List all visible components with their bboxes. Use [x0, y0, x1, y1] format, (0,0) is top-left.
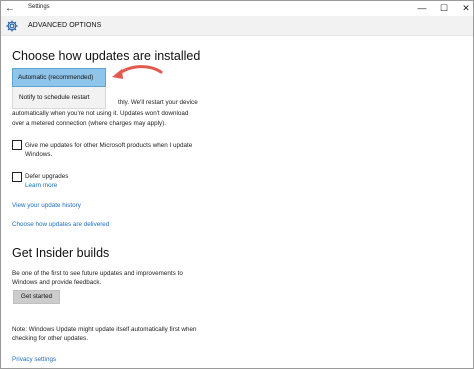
- page-header: ADVANCED OPTIONS: [1, 16, 473, 36]
- app-title: Settings: [28, 4, 50, 10]
- minimize-icon[interactable]: —: [415, 2, 429, 15]
- settings-window: ← Settings — ☐ ✕ ADVANCED OPTIONS Choose…: [0, 0, 474, 369]
- ms-products-label: Windows.: [25, 151, 53, 158]
- page-title: ADVANCED OPTIONS: [28, 22, 102, 29]
- defer-upgrades-checkbox[interactable]: [12, 172, 22, 182]
- privacy-settings-link[interactable]: Privacy settings: [12, 356, 56, 363]
- back-arrow-icon[interactable]: ←: [3, 2, 17, 15]
- annotation-arrow-icon: [112, 65, 163, 79]
- install-description-line: thly. We'll restart your device: [118, 99, 198, 106]
- section-heading-install: Choose how updates are installed: [12, 49, 201, 63]
- maximize-icon[interactable]: ☐: [437, 2, 451, 15]
- install-description-line: automatically when you're not using it. …: [12, 110, 189, 117]
- install-dropdown-selected-option[interactable]: Automatic (recommended): [12, 68, 106, 87]
- get-started-button[interactable]: Get started: [13, 290, 60, 304]
- close-icon[interactable]: ✕: [459, 2, 473, 15]
- install-dropdown-option[interactable]: Notify to schedule restart: [12, 87, 106, 109]
- install-description-line: over a metered connection (where charges…: [12, 120, 167, 127]
- insider-description-line: Windows and provide feedback.: [12, 279, 102, 286]
- note-line: Note: Windows Update might update itself…: [12, 326, 197, 333]
- defer-upgrades-label: Defer upgrades: [25, 173, 69, 180]
- insider-description-line: Be one of the first to see future update…: [12, 270, 183, 277]
- delivery-options-link[interactable]: Choose how updates are delivered: [12, 221, 109, 228]
- ms-products-checkbox[interactable]: [12, 140, 22, 150]
- note-line: checking for other updates.: [12, 335, 88, 342]
- title-bar: ← Settings — ☐ ✕: [1, 1, 473, 16]
- learn-more-link[interactable]: Learn more: [25, 182, 57, 189]
- update-history-link[interactable]: View your update history: [12, 202, 81, 209]
- ms-products-label: Give me updates for other Microsoft prod…: [25, 142, 193, 149]
- gear-icon: [6, 20, 18, 32]
- section-heading-insider: Get Insider builds: [12, 246, 110, 260]
